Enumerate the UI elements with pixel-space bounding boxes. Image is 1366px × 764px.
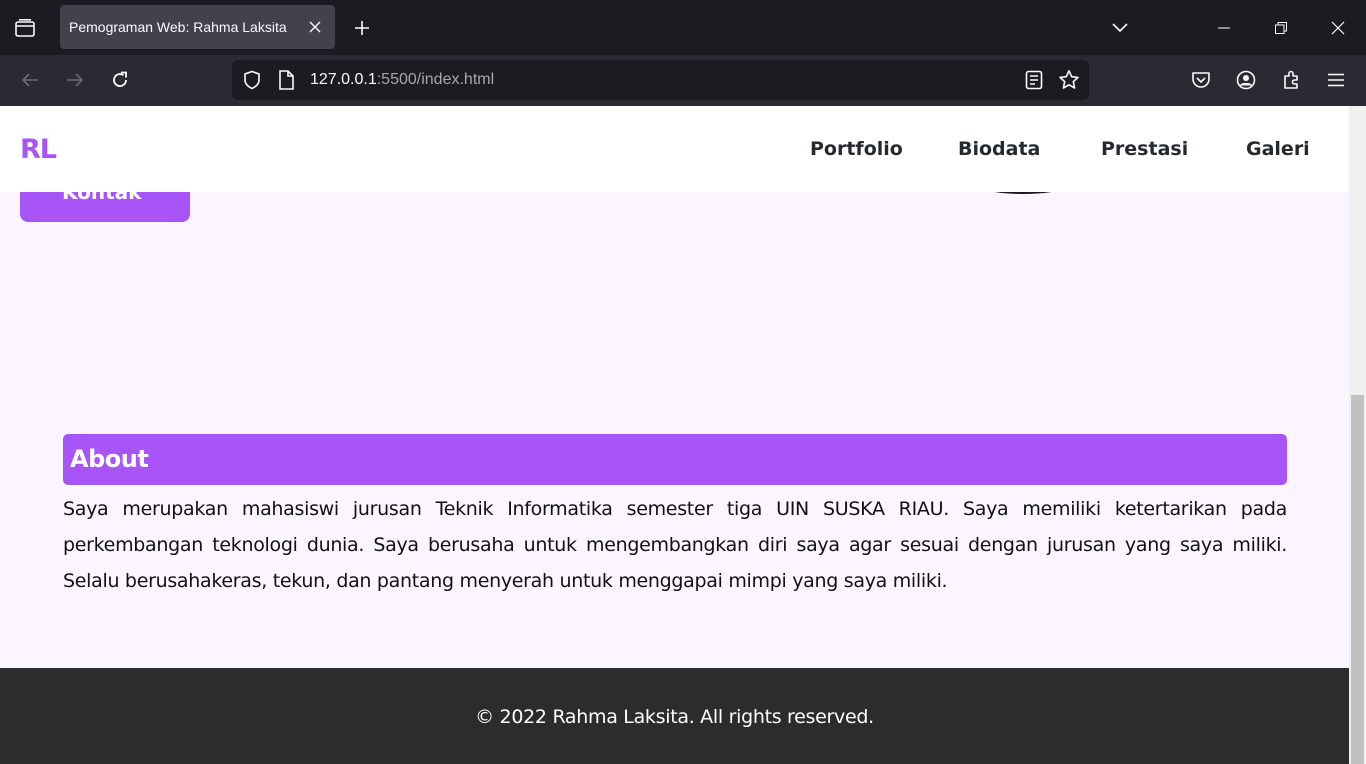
extensions-icon[interactable] [1276, 65, 1306, 95]
nav-link-biodata[interactable]: Biodata [958, 138, 1040, 160]
account-icon[interactable] [1231, 65, 1261, 95]
tab-list-icon[interactable] [0, 0, 50, 55]
forward-icon[interactable] [60, 65, 90, 95]
pocket-icon[interactable] [1186, 65, 1216, 95]
tab-bar: Pemograman Web: Rahma Laksita [0, 0, 1366, 55]
about-heading: About [63, 434, 1287, 485]
tab-title: Pemograman Web: Rahma Laksita [69, 19, 287, 35]
site-header: RL Portfolio Biodata Prestasi Galeri [0, 106, 1349, 192]
footer-copyright: © 2022 Rahma Laksita. All rights reserve… [475, 706, 874, 728]
about-paragraph: Saya merupakan mahasiswi jurusan Teknik … [63, 498, 1287, 592]
menu-icon[interactable] [1321, 65, 1351, 95]
about-heading-text: About [70, 445, 149, 473]
site-logo[interactable]: RL [20, 134, 57, 165]
reload-icon[interactable] [105, 65, 135, 95]
site-footer: © 2022 Rahma Laksita. All rights reserve… [0, 668, 1349, 764]
reader-view-icon[interactable] [1025, 70, 1043, 94]
plus-icon[interactable] [348, 14, 376, 42]
page-scrollbar[interactable] [1349, 106, 1366, 764]
back-icon[interactable] [15, 65, 45, 95]
close-icon[interactable] [305, 17, 325, 37]
nav-toolbar: 127.0.0.1:5500/index.html [0, 55, 1366, 106]
url-path: :5500/index.html [376, 71, 495, 88]
close-window-icon[interactable] [1310, 0, 1366, 55]
minimize-icon[interactable] [1196, 0, 1252, 55]
nav-link-galeri[interactable]: Galeri [1246, 138, 1310, 160]
active-tab[interactable]: Pemograman Web: Rahma Laksita [60, 5, 335, 49]
star-icon[interactable] [1058, 69, 1080, 95]
chevron-down-icon[interactable] [1106, 14, 1134, 42]
restore-icon[interactable] [1253, 0, 1309, 55]
page-icon[interactable] [278, 70, 294, 94]
page-viewport: Kontak RL Portfolio Biodata Prestasi Gal… [0, 106, 1366, 764]
url-host: 127.0.0.1 [310, 71, 377, 88]
url-text[interactable]: 127.0.0.1:5500/index.html [310, 71, 494, 89]
nav-link-portfolio[interactable]: Portfolio [810, 138, 903, 160]
nav-link-prestasi[interactable]: Prestasi [1101, 138, 1188, 160]
shield-icon[interactable] [242, 70, 262, 94]
url-bar[interactable]: 127.0.0.1:5500/index.html [232, 60, 1089, 100]
scrollbar-thumb[interactable] [1351, 395, 1364, 764]
